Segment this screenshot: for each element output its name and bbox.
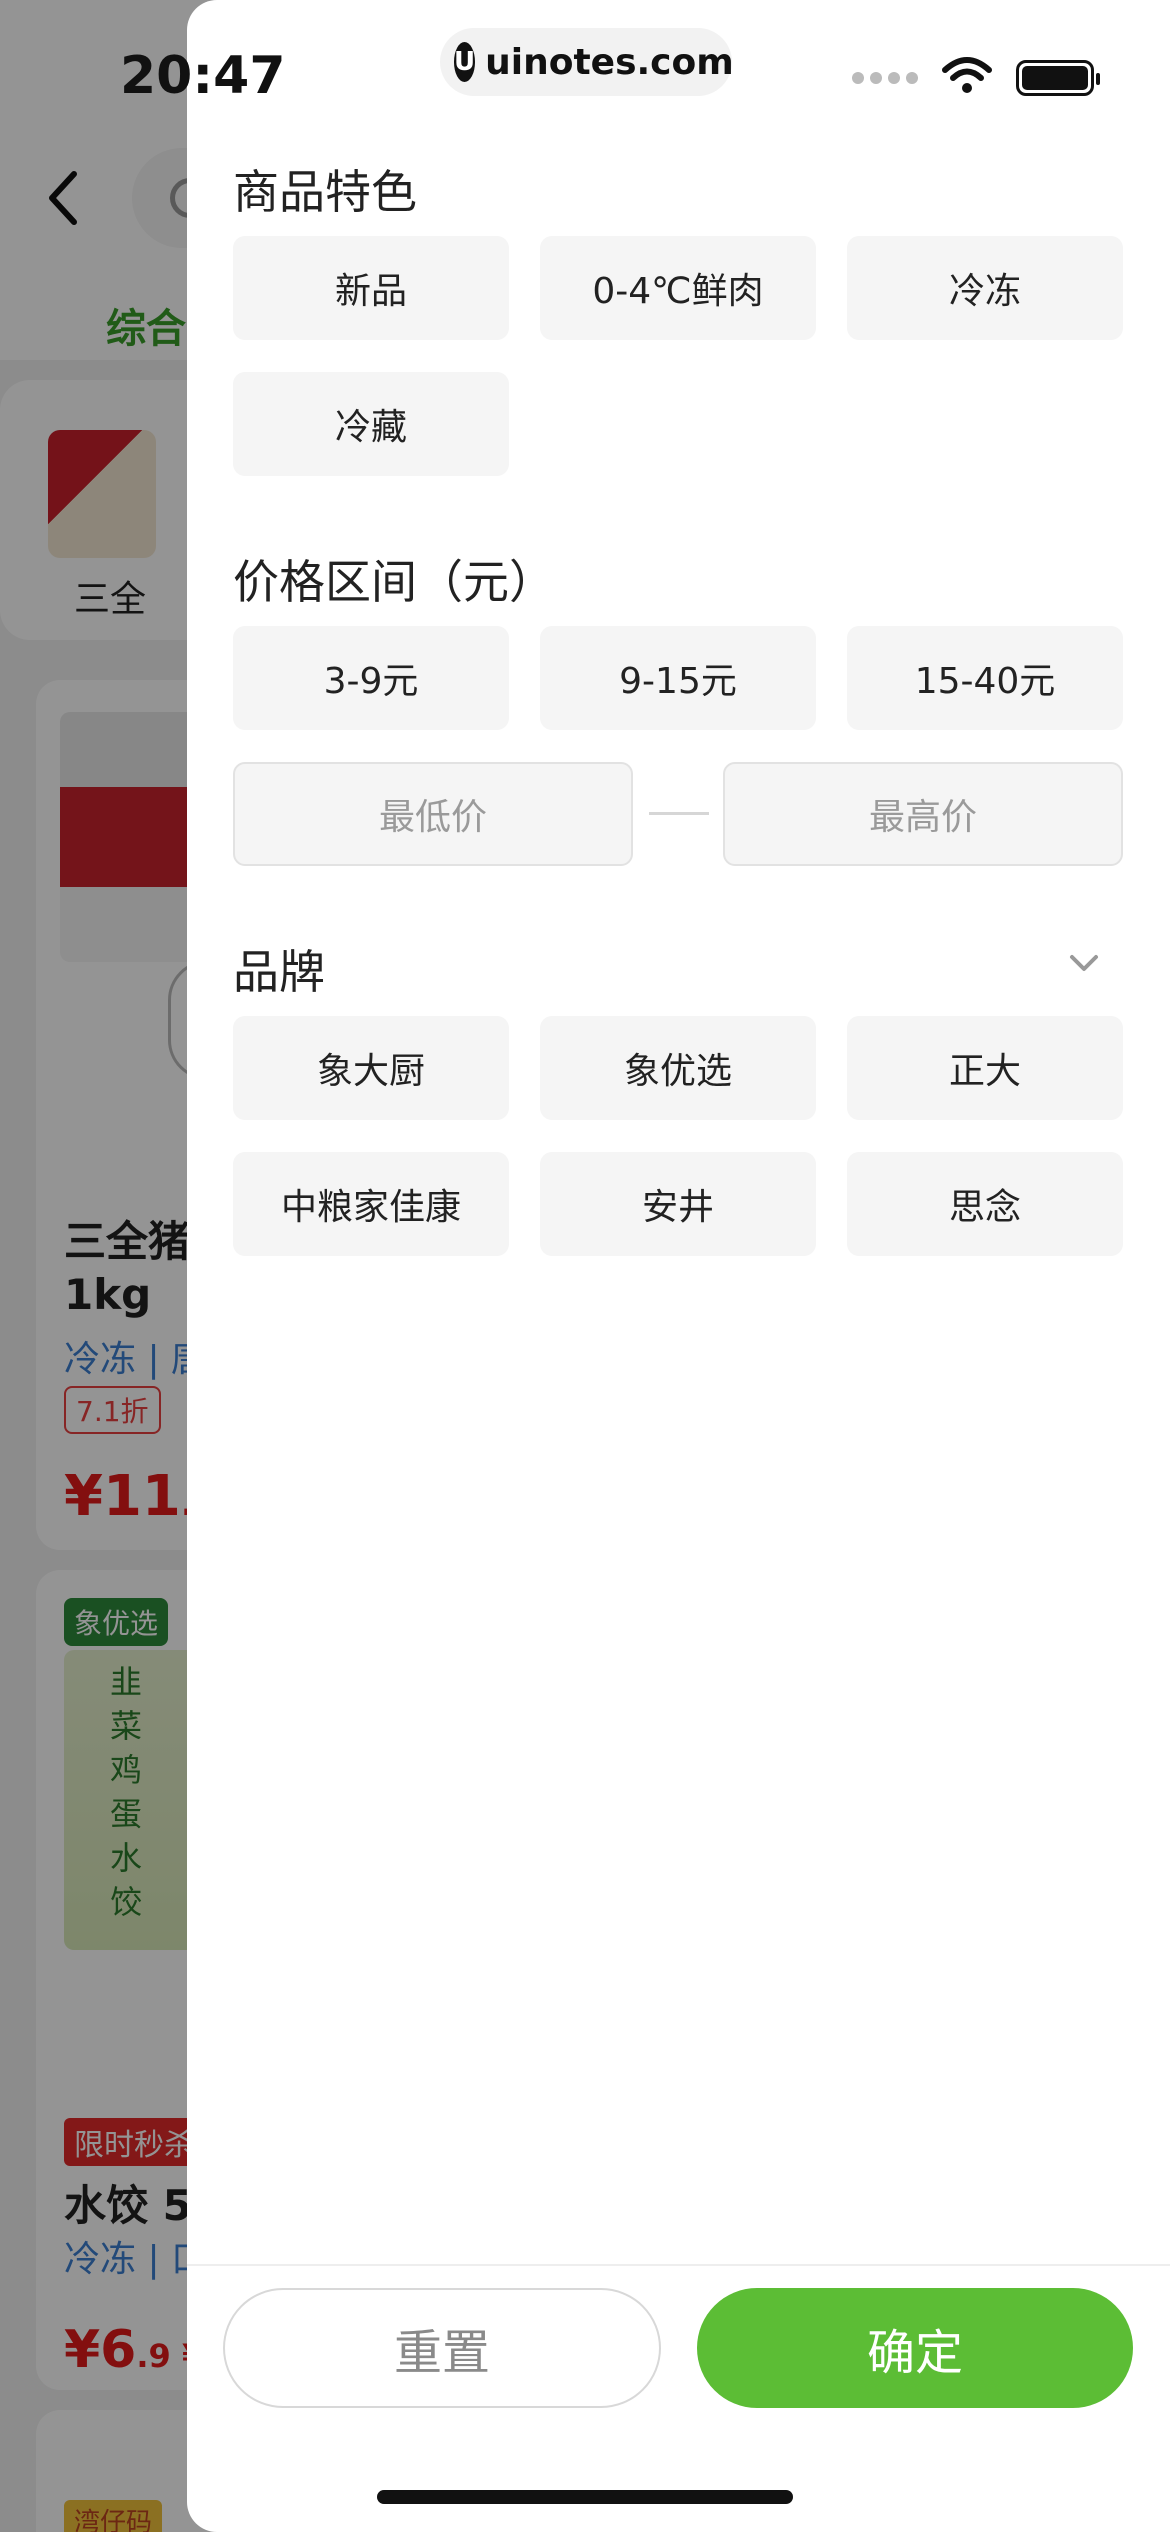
feature-chip-fresh-meat[interactable]: 0-4℃鲜肉: [540, 236, 816, 340]
brand-title: 品牌: [233, 945, 325, 999]
reset-button[interactable]: 重置: [223, 2288, 661, 2408]
url-pill: U uinotes.com: [440, 28, 734, 96]
status-time: 20:47: [120, 46, 286, 106]
feature-chip-chilled[interactable]: 冷藏: [233, 372, 509, 476]
brand-chip-zhongliang[interactable]: 中粮家佳康: [233, 1152, 509, 1256]
price-chip-3-9[interactable]: 3-9元: [233, 626, 509, 730]
url-text: uinotes.com: [485, 41, 734, 83]
filter-drawer: 商品特色 新品 0-4℃鲜肉 冷冻 冷藏 价格区间（元） 3-9元 9-15元 …: [187, 0, 1170, 2532]
cellular-signal-icon: [852, 72, 918, 84]
brand-chip-xiangdachu[interactable]: 象大厨: [233, 1016, 509, 1120]
wifi-icon: [942, 56, 992, 100]
brand-chip-xiangyouxuan[interactable]: 象优选: [540, 1016, 816, 1120]
footer-divider: [187, 2264, 1170, 2266]
brand-chip-zhengda[interactable]: 正大: [847, 1016, 1123, 1120]
site-logo-icon: U: [454, 42, 476, 82]
price-range-separator: [649, 812, 709, 815]
feature-chip-frozen[interactable]: 冷冻: [847, 236, 1123, 340]
features-title: 商品特色: [233, 165, 417, 219]
min-price-input[interactable]: 最低价: [233, 762, 633, 866]
brand-chip-anjing[interactable]: 安井: [540, 1152, 816, 1256]
feature-chip-new[interactable]: 新品: [233, 236, 509, 340]
home-indicator[interactable]: [377, 2490, 793, 2504]
price-range-title: 价格区间（元）: [233, 555, 555, 609]
confirm-button[interactable]: 确定: [697, 2288, 1133, 2408]
brand-chip-sinian[interactable]: 思念: [847, 1152, 1123, 1256]
max-price-input[interactable]: 最高价: [723, 762, 1123, 866]
status-indicators: [852, 56, 1100, 100]
chevron-down-icon[interactable]: [1067, 946, 1101, 980]
price-chip-15-40[interactable]: 15-40元: [847, 626, 1123, 730]
price-chip-9-15[interactable]: 9-15元: [540, 626, 816, 730]
battery-icon: [1016, 60, 1100, 96]
